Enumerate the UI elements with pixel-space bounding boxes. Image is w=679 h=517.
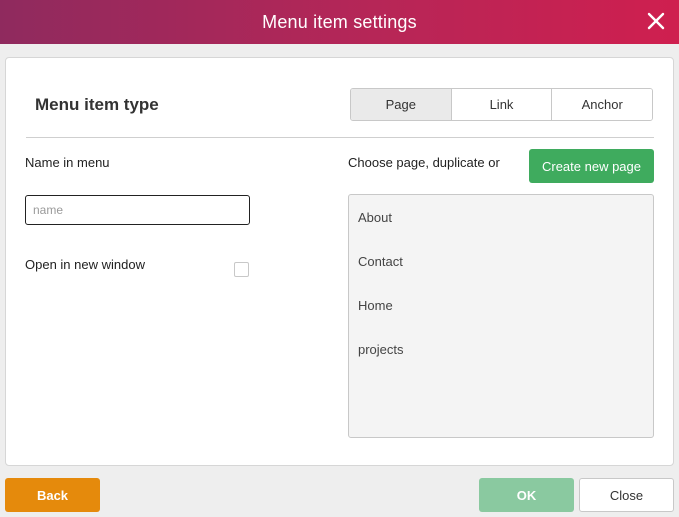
create-new-page-button[interactable]: Create new page bbox=[529, 149, 654, 183]
tab-anchor[interactable]: Anchor bbox=[552, 89, 652, 120]
dialog-title: Menu item settings bbox=[262, 11, 417, 32]
name-in-menu-label: Name in menu bbox=[25, 155, 110, 170]
open-new-window-checkbox[interactable] bbox=[234, 262, 249, 277]
section-divider bbox=[26, 137, 654, 138]
menu-item-type-heading: Menu item type bbox=[35, 95, 159, 114]
page-list-item[interactable]: About bbox=[349, 195, 653, 239]
title-bar: Menu item settings bbox=[0, 0, 679, 44]
close-button[interactable]: Close bbox=[579, 478, 674, 512]
page-list-item[interactable]: projects bbox=[349, 327, 653, 371]
page-list-item[interactable]: Home bbox=[349, 283, 653, 327]
page-list[interactable]: About Contact Home projects bbox=[348, 194, 654, 438]
settings-panel: Menu item type Page Link Anchor Name in … bbox=[5, 57, 674, 466]
name-input[interactable] bbox=[25, 195, 250, 225]
open-new-window-label: Open in new window bbox=[25, 257, 145, 272]
choose-page-label: Choose page, duplicate or bbox=[348, 155, 500, 170]
page-list-item[interactable]: Contact bbox=[349, 239, 653, 283]
ok-button[interactable]: OK bbox=[479, 478, 574, 512]
menu-item-type-selector: Page Link Anchor bbox=[350, 88, 653, 121]
tab-link[interactable]: Link bbox=[451, 89, 553, 120]
tab-page[interactable]: Page bbox=[351, 89, 452, 120]
back-button[interactable]: Back bbox=[5, 478, 100, 512]
close-x-icon[interactable] bbox=[643, 8, 669, 34]
